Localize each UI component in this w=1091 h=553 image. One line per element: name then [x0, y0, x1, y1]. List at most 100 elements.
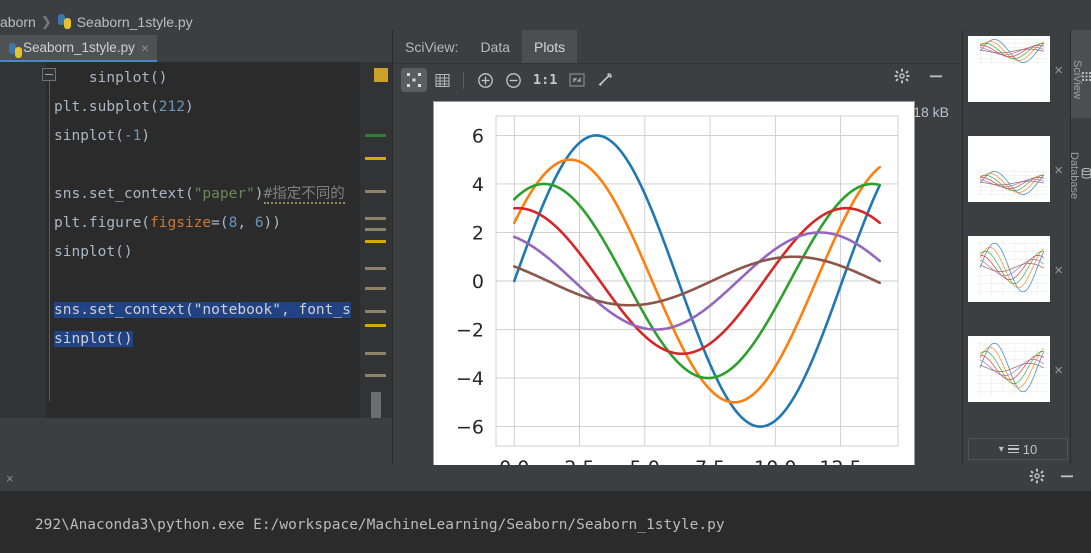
breadcrumb-project[interactable]: aborn	[0, 14, 36, 30]
stripe-marker-info[interactable]	[365, 352, 386, 355]
ide-window: aborn ❯ Seaborn_1style.py Seaborn_1style…	[0, 0, 1091, 553]
editor-tab-seaborn-1style[interactable]: Seaborn_1style.py ×	[0, 35, 158, 62]
plot-thumbnail[interactable]	[968, 336, 1050, 402]
code-token: )	[184, 99, 194, 115]
code-token: plt.subplot(	[54, 99, 159, 115]
sciview-tabbar: SciView: Data Plots	[393, 30, 963, 63]
zoom-out-icon[interactable]	[500, 68, 526, 92]
stripe-marker-info[interactable]	[365, 267, 386, 270]
code-token: ,	[281, 302, 299, 318]
database-icon	[1080, 168, 1091, 179]
svg-text:2: 2	[472, 222, 484, 244]
run-console-output[interactable]: 292\Anaconda3\python.exe E:/workspace/Ma…	[0, 491, 1091, 553]
code-token: "notebook"	[193, 302, 281, 318]
stripe-marker-info[interactable]	[365, 287, 386, 290]
code-line[interactable]: sinplot()	[54, 238, 392, 267]
close-icon[interactable]: ×	[1054, 262, 1063, 279]
stripe-marker-info[interactable]	[365, 190, 386, 193]
sciview-window-controls	[894, 68, 944, 89]
thumbnail-count-control[interactable]: ▾ 10	[968, 438, 1068, 460]
error-stripe-gutter[interactable]	[360, 62, 392, 418]
tool-window-database-label: Database	[1068, 152, 1080, 200]
stripe-marker-warning[interactable]	[365, 324, 386, 327]
svg-text:−6: −6	[456, 417, 484, 439]
code-line[interactable]: sns.set_context("notebook", font_s	[54, 296, 392, 325]
plot-thumbnail[interactable]	[968, 36, 1050, 102]
editor-tabbar: Seaborn_1style.py ×	[0, 35, 392, 62]
python-file-icon	[8, 43, 22, 58]
code-token: ,	[237, 215, 255, 231]
breadcrumb-file[interactable]: Seaborn_1style.py	[77, 14, 193, 30]
plot-thumbnail[interactable]	[968, 136, 1050, 202]
plot-thumbnail-list[interactable]: × × × × ▾ 10	[962, 30, 1070, 465]
plot-thumbnail-item[interactable]: ×	[963, 330, 1071, 430]
stripe-marker-added[interactable]	[365, 134, 386, 137]
stripe-marker-warning[interactable]	[365, 157, 386, 160]
code-token: 212	[158, 99, 185, 115]
gear-icon[interactable]	[894, 68, 910, 89]
stripe-marker-warning[interactable]	[374, 68, 388, 82]
stripe-marker-info[interactable]	[365, 374, 386, 377]
close-icon[interactable]: ×	[1054, 62, 1063, 79]
code-token: =(	[211, 215, 229, 231]
close-icon[interactable]: ×	[1054, 362, 1063, 379]
console-tab[interactable]: ×	[0, 465, 20, 491]
editor-vertical-scrollbar[interactable]	[371, 392, 381, 418]
fit-content-icon[interactable]	[564, 68, 590, 92]
plot-thumbnail-item[interactable]: ×	[963, 30, 1071, 130]
code-token: figsize	[150, 215, 212, 231]
chevron-down-icon[interactable]: ▾	[999, 444, 1004, 455]
plot-image[interactable]: 6420−2−4−60.02.55.07.510.012.5	[433, 101, 915, 493]
console-tab-close-icon[interactable]: ×	[6, 471, 14, 486]
code-token: sns.set_context(	[54, 186, 194, 202]
tool-window-database[interactable]: Database	[1068, 126, 1091, 216]
code-line[interactable]: plt.figure(figsize=(8, 6))	[54, 209, 392, 238]
selected-code[interactable]: sns.set_context("notebook", font_s	[54, 302, 351, 318]
selected-code[interactable]: sinplot()	[54, 331, 133, 347]
actual-size-icon[interactable]: 1:1	[528, 72, 562, 88]
fit-to-window-icon[interactable]	[401, 68, 427, 92]
code-token: "paper"	[193, 186, 255, 202]
sciview-title: SciView:	[405, 38, 459, 55]
plot-thumbnail-item[interactable]: ×	[963, 130, 1071, 230]
sciview-panel: SciView: Data Plots 1:1 kB 6 4 2 0 −2 −4…	[392, 30, 963, 493]
code-token: font_s	[298, 302, 351, 318]
svg-text:−2: −2	[456, 320, 484, 342]
plot-thumbnail[interactable]	[968, 236, 1050, 302]
close-icon[interactable]: ×	[1054, 162, 1063, 179]
stripe-marker-info[interactable]	[365, 228, 386, 231]
code-line[interactable]	[54, 267, 392, 296]
stripe-marker-warning[interactable]	[365, 240, 386, 243]
code-line[interactable]: sns.set_context("paper")#指定不同的	[54, 180, 392, 209]
svg-text:6: 6	[472, 125, 484, 147]
tab-plots[interactable]: Plots	[522, 30, 578, 63]
code-line[interactable]	[54, 151, 392, 180]
close-icon[interactable]: ×	[141, 40, 149, 56]
plot-thumbnail-item[interactable]: ×	[963, 230, 1071, 330]
stripe-marker-info[interactable]	[365, 310, 386, 313]
code-token: sinplot(	[54, 128, 124, 144]
code-line[interactable]: sinplot()	[54, 325, 392, 354]
minimize-icon[interactable]	[928, 68, 944, 89]
code-line[interactable]: sinplot(-1)	[54, 122, 392, 151]
editor-gutter[interactable]	[0, 62, 46, 418]
minimize-icon[interactable]	[1059, 468, 1075, 489]
grid-table-icon[interactable]	[429, 68, 455, 92]
code-content[interactable]: sinplot() plt.subplot(212) sinplot(-1) sns.…	[54, 64, 392, 354]
tab-data[interactable]: Data	[468, 30, 522, 63]
tool-window-sciview[interactable]: SciView	[1071, 30, 1091, 118]
console-command-line: 292\Anaconda3\python.exe E:/workspace/Ma…	[34, 517, 725, 533]
code-line[interactable]: sinplot()	[54, 64, 392, 93]
thumbnail-count-label: 10	[1022, 441, 1038, 457]
zoom-in-icon[interactable]	[472, 68, 498, 92]
editor-bottom-filler	[0, 431, 392, 465]
code-token: sns.set_context(	[54, 302, 194, 318]
code-editor[interactable]: sinplot() plt.subplot(212) sinplot(-1) sns.…	[0, 62, 392, 418]
sciview-toolbar: 1:1 640x480 PNG (24-bit color) 74.18 kB	[393, 64, 963, 120]
code-token: plt.figure(	[54, 215, 151, 231]
color-picker-icon[interactable]	[592, 68, 618, 92]
code-line[interactable]: plt.subplot(212)	[54, 93, 392, 122]
gear-icon[interactable]	[1029, 468, 1045, 489]
stripe-marker-info[interactable]	[365, 217, 386, 220]
